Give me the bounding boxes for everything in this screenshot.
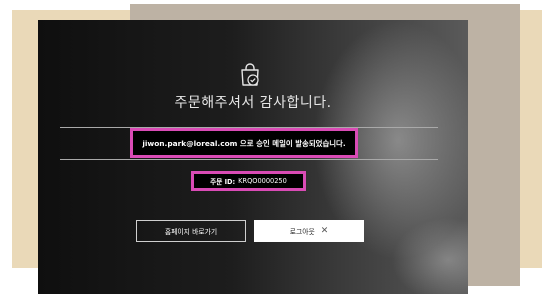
order-id-value: KRQO0000250 [238, 177, 287, 185]
order-confirmation-panel: 주문해주셔서 감사합니다. jiwon.park@loreal.com 으로 승… [38, 20, 468, 294]
shopping-bag-check-icon [241, 63, 259, 86]
close-icon: ✕ [320, 226, 329, 236]
email-message-text: 으로 승인 메일이 발송되었습니다. [237, 138, 346, 148]
logout-button[interactable]: 로그아웃 ✕ [254, 220, 364, 242]
email-address: jiwon.park@loreal.com [142, 138, 238, 148]
go-to-homepage-button[interactable]: 홈페이지 바로가기 [136, 220, 246, 242]
page-title: 주문해주셔서 감사합니다. [174, 95, 332, 111]
go-to-homepage-label: 홈페이지 바로가기 [164, 228, 218, 236]
divider-bottom [60, 159, 438, 160]
email-confirmation-message: jiwon.park@loreal.com 으로 승인 메일이 발송되었습니다. [130, 128, 358, 158]
order-id-label: 주문 ID: [210, 178, 236, 186]
logout-label: 로그아웃 [289, 228, 315, 236]
order-id: 주문 ID: KRQO0000250 [191, 171, 306, 191]
